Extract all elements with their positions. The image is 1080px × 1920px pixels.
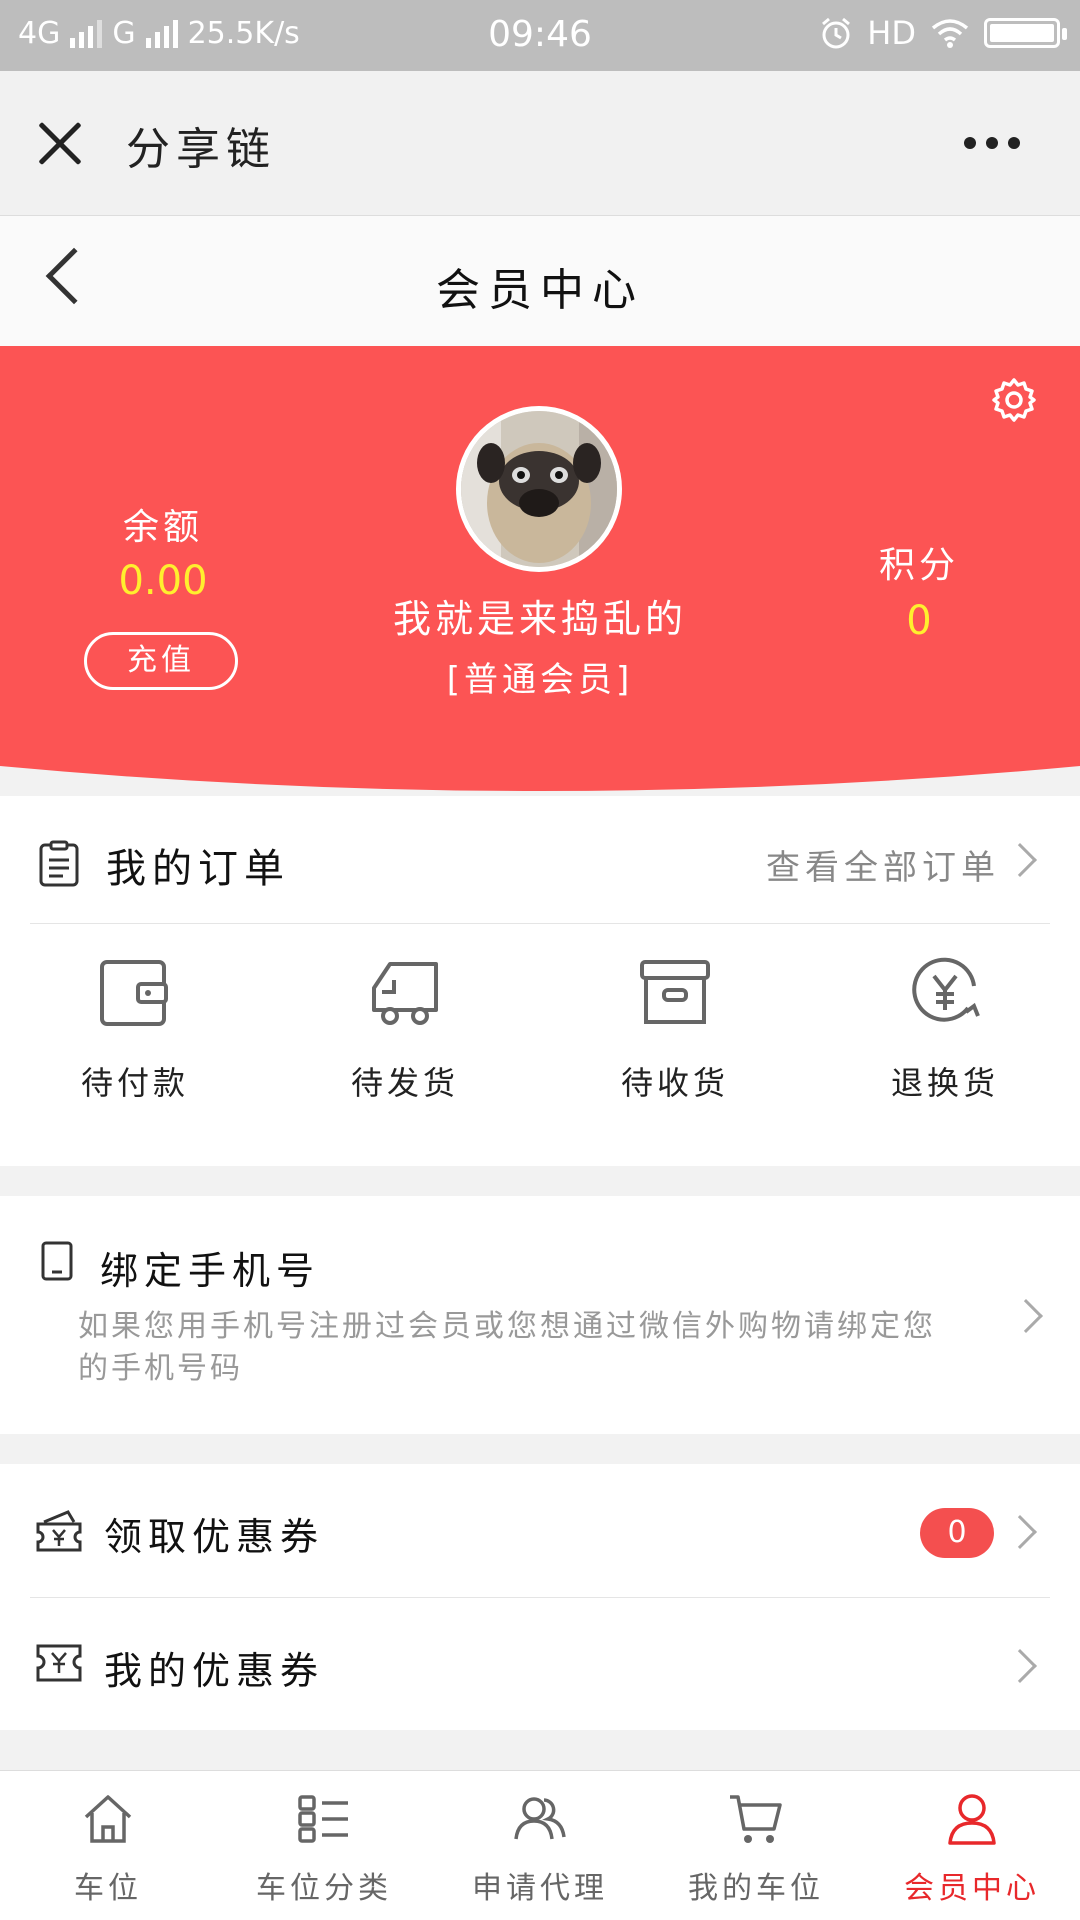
bottom-tab-bar: 车位 车位分类 申请代理 我的车位 会员中心 <box>0 1770 1080 1920</box>
my-coupons-row[interactable]: 我的优惠券 <box>30 1598 1050 1732</box>
tab-parking[interactable]: 车位 <box>0 1771 216 1920</box>
orders-header-row[interactable]: 我的订单 查看全部订单 <box>30 796 1050 924</box>
page-title: 会员中心 <box>436 265 644 316</box>
balance-label: 余额 <box>122 507 203 548</box>
wechat-title: 分享链 <box>126 124 276 175</box>
category-icon <box>298 1795 348 1843</box>
points-value: 0 <box>906 598 932 644</box>
tab-my-parking[interactable]: 我的车位 <box>648 1771 864 1920</box>
phone-icon <box>41 1241 73 1281</box>
status-label: 退换货 <box>890 1064 999 1102</box>
chevron-right-icon <box>1003 1515 1037 1549</box>
avatar[interactable] <box>456 406 622 572</box>
status-pending-receipt[interactable]: 待收货 <box>540 956 810 1116</box>
status-pending-payment[interactable]: 待付款 <box>0 956 270 1116</box>
tab-parking-category[interactable]: 车位分类 <box>216 1771 432 1920</box>
status-bar: 4G G 25.5K/s 09:46 HD <box>0 0 1080 71</box>
wifi-icon <box>931 19 969 48</box>
claim-coupon-row[interactable]: 领取优惠券 0 <box>30 1464 1050 1598</box>
status-pending-shipment[interactable]: 待发货 <box>270 956 540 1116</box>
my-coupons-label: 我的优惠券 <box>104 1649 325 1693</box>
bind-phone-title: 绑定手机号 <box>100 1249 321 1293</box>
orders-card: 我的订单 查看全部订单 待付款 待发货 待收货 退换货 <box>0 796 1080 1166</box>
points-label: 积分 <box>878 545 959 586</box>
alarm-icon <box>822 17 851 49</box>
avatar-image <box>461 411 617 567</box>
hd-indicator: HD <box>867 14 916 52</box>
home-icon <box>84 1795 132 1843</box>
bind-phone-description: 如果您用手机号注册过会员或您想通过微信外购物请绑定您的手机号码 <box>78 1309 936 1386</box>
truck-icon <box>372 962 438 1025</box>
tab-member-center[interactable]: 会员中心 <box>864 1771 1080 1920</box>
coupon-claim-icon <box>36 1510 82 1552</box>
tab-label: 车位分类 <box>256 1871 392 1906</box>
tab-label: 车位 <box>74 1871 142 1906</box>
tab-apply-agent[interactable]: 申请代理 <box>432 1771 648 1920</box>
coupon-icon <box>36 1644 82 1682</box>
chevron-right-icon <box>1003 843 1037 877</box>
gear-icon[interactable] <box>990 376 1038 424</box>
coupons-card: 领取优惠券 0 我的优惠券 <box>0 1464 1080 1730</box>
tab-label: 会员中心 <box>904 1871 1040 1906</box>
coupon-count-badge: 0 <box>920 1508 994 1558</box>
tab-label: 申请代理 <box>472 1871 608 1906</box>
cart-icon <box>730 1795 782 1843</box>
recharge-button[interactable]: 充值 <box>84 632 238 690</box>
battery-icon <box>984 18 1067 48</box>
box-icon <box>640 960 710 1024</box>
claim-coupon-label: 领取优惠券 <box>104 1515 325 1559</box>
tab-label: 我的车位 <box>688 1871 824 1906</box>
refund-icon <box>912 957 980 1022</box>
member-banner: 我就是来捣乱的 [普通会员] 余额 0.00 充值 积分 0 <box>0 346 1080 796</box>
status-label: 待付款 <box>80 1064 189 1102</box>
status-label: 待发货 <box>350 1064 459 1102</box>
more-icon[interactable] <box>964 137 1020 149</box>
wechat-title-bar: 分享链 <box>0 71 1080 216</box>
status-refund[interactable]: 退换货 <box>810 956 1080 1116</box>
order-status-grid: 待付款 待发货 待收货 退换货 <box>0 956 1080 1116</box>
orders-title: 我的订单 <box>106 846 290 892</box>
chevron-right-icon <box>1003 1649 1037 1683</box>
order-list-icon <box>39 840 79 887</box>
wallet-icon <box>100 960 168 1026</box>
status-label: 待收货 <box>620 1064 729 1102</box>
status-bar-right: HD <box>819 14 1067 52</box>
users-icon <box>514 1797 566 1840</box>
close-icon[interactable] <box>36 119 84 167</box>
balance-value: 0.00 <box>118 558 208 604</box>
user-icon <box>948 1794 996 1845</box>
bind-phone-card[interactable]: 绑定手机号 如果您用手机号注册过会员或您想通过微信外购物请绑定您的手机号码 <box>0 1196 1080 1434</box>
page-header: 会员中心 <box>0 216 1080 346</box>
view-all-orders-link[interactable]: 查看全部订单 <box>766 840 1000 889</box>
chevron-right-icon <box>1009 1299 1043 1333</box>
